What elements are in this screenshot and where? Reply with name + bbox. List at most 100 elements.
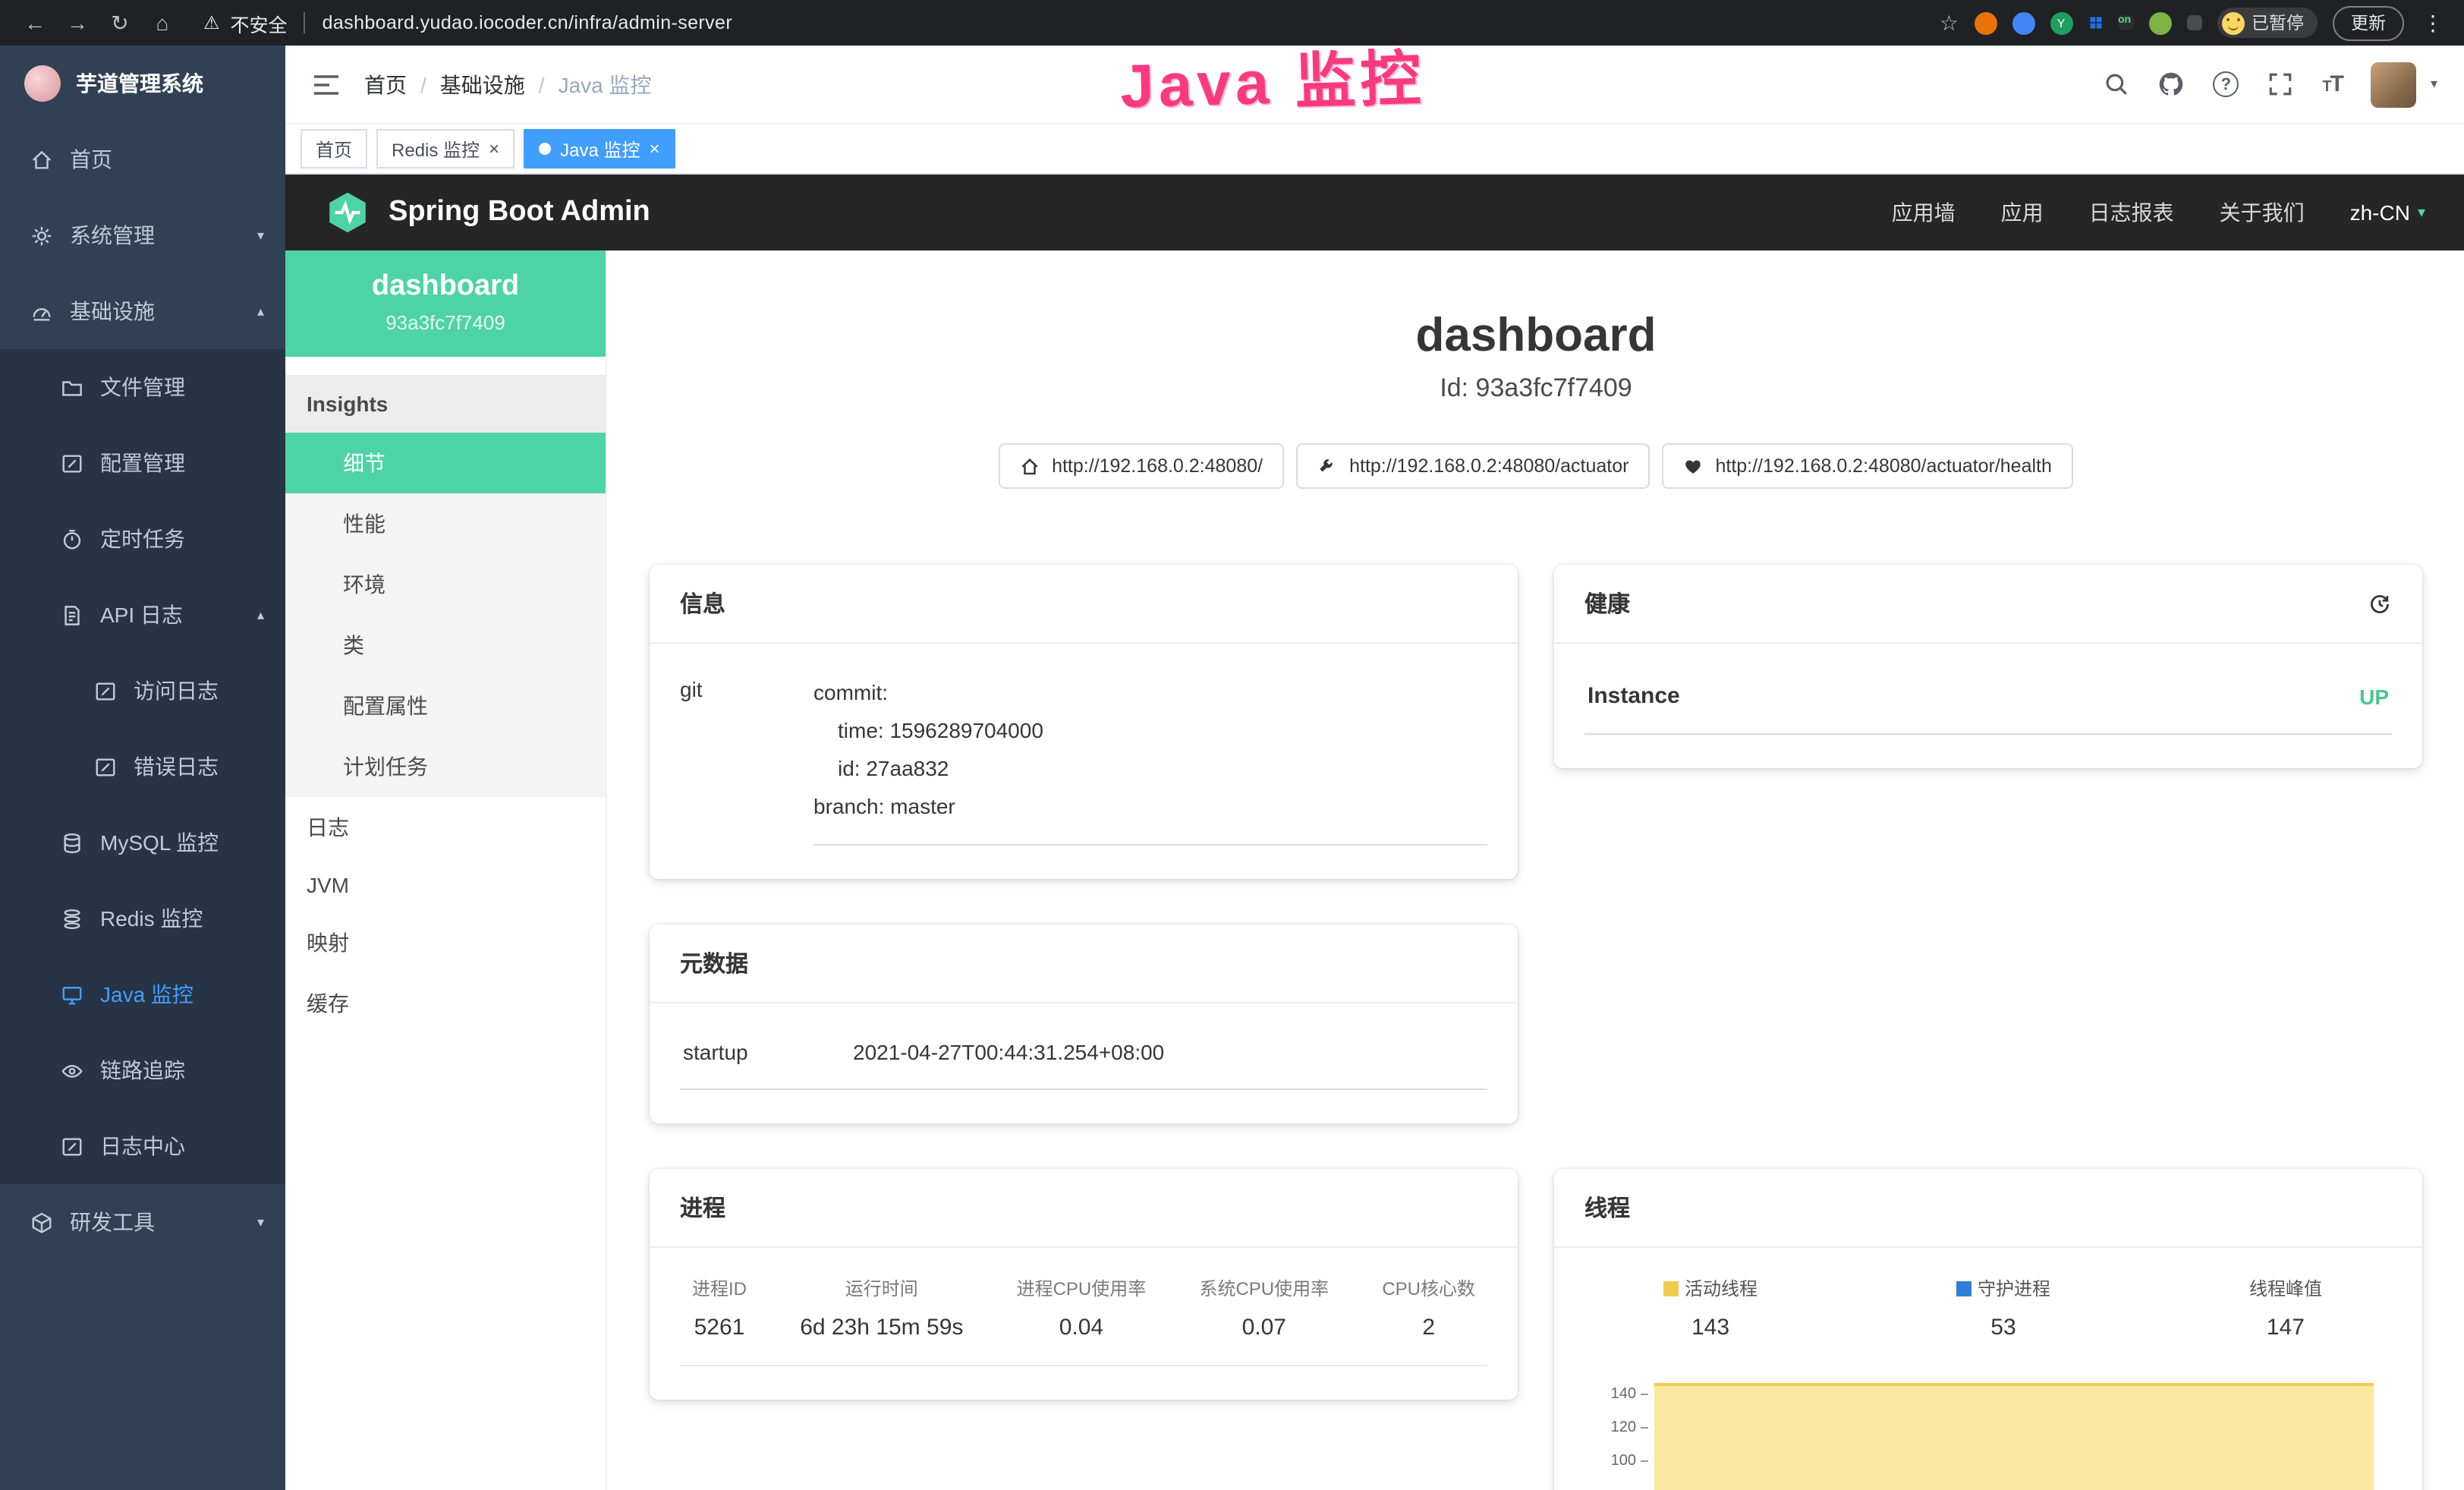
github-icon[interactable] [2158,71,2184,97]
gauge-icon [30,300,53,323]
security-label[interactable]: 不安全 [231,8,288,37]
stack-icon [61,907,83,930]
sba-menu-item-jvm[interactable]: JVM [285,858,606,912]
sba-menu-item-mappings[interactable]: 映射 [285,912,606,973]
extension-icon-puzzle[interactable] [2186,15,2201,30]
sidebar-item-system[interactable]: 系统管理 ▾ [0,197,285,273]
sidebar-item-home[interactable]: 首页 [0,121,285,197]
sba-menu-item-caches[interactable]: 缓存 [285,973,606,1034]
close-icon[interactable]: × [489,140,499,158]
sba-nav-wallboard[interactable]: 应用墙 [1892,197,1956,228]
sba-nav-about[interactable]: 关于我们 [2220,197,2305,228]
address-bar[interactable]: ⚠ 不安全 dashboard.yudao.iocoder.cn/infra/a… [203,8,732,37]
tab-home[interactable]: 首页 [301,129,367,169]
sba-nav-journal[interactable]: 日志报表 [2089,197,2174,228]
sba-nav: 应用墙 应用 日志报表 关于我们 zh-CN ▾ [1892,197,2425,228]
sidebar-item-redis-monitor[interactable]: Redis 监控 [0,880,285,956]
sba-menu-item-metrics[interactable]: 性能 [285,493,606,554]
sidebar-item-scheduled-job[interactable]: 定时任务 [0,501,285,577]
sidebar-item-java-monitor[interactable]: Java 监控 [0,956,285,1032]
fullscreen-icon[interactable] [2267,71,2293,97]
avatar[interactable] [2371,61,2417,107]
browser-home-button[interactable]: ⌂ [146,11,179,35]
git-branch-line: branch: master [813,788,1487,826]
breadcrumb-home[interactable]: 首页 [364,69,407,99]
document-icon [61,603,83,626]
threads-peak-label-row: 线程峰值 [2249,1275,2322,1301]
instance-link-actuator[interactable]: http://192.168.0.2:48080/actuator [1296,443,1650,489]
card-title: 线程 [1584,1192,1630,1224]
browser-back-button[interactable]: ← [18,11,52,35]
tick-label: 100 [1597,1453,1636,1470]
extension-icon-green[interactable]: Y [2050,11,2072,34]
threads-legend: 活动线程 143 守护进程 [1584,1269,2392,1340]
process-stat-uptime: 运行时间 6d 23h 15m 59s [800,1275,963,1340]
close-icon[interactable]: × [649,140,659,158]
sba-menu-item-details[interactable]: 细节 [285,433,606,493]
sba-nav-applications[interactable]: 应用 [2001,197,2044,228]
instance-link-health[interactable]: http://192.168.0.2:48080/actuator/health [1662,443,2072,489]
sidebar-item-file-manage[interactable]: 文件管理 [0,349,285,425]
browser-forward-button[interactable]: → [61,11,94,35]
cube-icon [30,1211,53,1233]
bookmark-star-icon[interactable]: ☆ [1940,10,1959,36]
sba-menu-item-config-props[interactable]: 配置属性 [285,676,606,736]
avatar-caret-icon[interactable]: ▾ [2431,76,2437,93]
extension-icon-pin[interactable] [2012,11,2034,34]
browser-menu-icon[interactable]: ⋮ [2419,10,2447,36]
browser-reload-button[interactable]: ↻ [103,10,137,36]
edit-icon [61,452,83,474]
instance-links: http://192.168.0.2:48080/ http://192.168… [607,443,2464,489]
info-row-label: git [680,674,813,846]
paused-label: 已暂停 [2252,11,2304,35]
edit-icon [94,755,117,778]
breadcrumb-infra[interactable]: 基础设施 [440,69,525,99]
extension-icon-leaf[interactable] [2148,11,2171,34]
stat-label: 进程ID [692,1275,747,1301]
tick-label: 120 [1597,1419,1636,1436]
help-icon[interactable]: ? [2213,71,2239,97]
sba-menu-item-classes[interactable]: 类 [285,615,606,676]
extension-icon-orange[interactable] [1974,11,1997,34]
chevron-up-icon: ▴ [257,303,264,320]
hamburger-icon[interactable] [313,72,340,96]
process-stat-system-cpu: 系统CPU使用率 0.07 [1199,1275,1329,1340]
sidebar-item-api-log[interactable]: API 日志 ▴ [0,577,285,653]
sba-menu-item-scheduled-tasks[interactable]: 计划任务 [285,736,606,797]
breadcrumb-separator: / [539,72,545,96]
font-size-icon[interactable]: TT [2322,71,2343,97]
sidebar-item-mysql-monitor[interactable]: MySQL 监控 [0,805,285,880]
sba-instance-header[interactable]: dashboard 93a3fc7f7409 [285,250,606,357]
paused-badge[interactable]: 已暂停 [2217,8,2318,38]
tab-redis-monitor[interactable]: Redis 监控 × [376,129,515,169]
sidebar-item-dev-tools[interactable]: 研发工具 ▾ [0,1184,285,1260]
sba-brand-title[interactable]: Spring Boot Admin [389,196,650,229]
app-logo[interactable]: 芋道管理系统 [0,46,285,121]
sidebar-item-access-log[interactable]: 访问日志 [0,653,285,729]
sba-locale-select[interactable]: zh-CN ▾ [2350,200,2425,225]
sidebar-item-error-log[interactable]: 错误日志 [0,729,285,805]
sba-menu-item-logs[interactable]: 日志 [285,797,606,858]
sidebar-item-trace[interactable]: 链路追踪 [0,1032,285,1108]
sba-menu-root-items: 日志 JVM 映射 缓存 [285,797,606,1034]
url-text[interactable]: dashboard.yudao.iocoder.cn/infra/admin-s… [323,12,733,33]
extension-icon-switch-on[interactable]: on [2118,15,2133,30]
search-icon[interactable] [2104,71,2129,97]
sba-menu-item-environment[interactable]: 环境 [285,554,606,615]
tab-java-monitor[interactable]: Java 监控 × [524,129,675,169]
sba-header: Spring Boot Admin 应用墙 应用 日志报表 关于我们 zh-CN… [285,175,2464,250]
extension-icon-grid[interactable] [2088,15,2103,30]
sba-menu-group-insights[interactable]: Insights [285,375,606,433]
threads-peak-stat: 线程峰值 147 [2249,1275,2322,1340]
sidebar-item-log-center[interactable]: 日志中心 [0,1108,285,1184]
history-icon[interactable] [2368,591,2392,616]
sidebar-item-infra[interactable]: 基础设施 ▴ [0,273,285,349]
sidebar-item-config-manage[interactable]: 配置管理 [0,425,285,501]
git-commit-line: commit: [813,674,1487,712]
sba-menu-insights-items: 细节 性能 环境 类 配置属性 计划任务 [285,433,606,797]
threads-chart: 140 120 100 [1597,1362,2383,1490]
stat-label: CPU核心数 [1382,1275,1475,1301]
browser-update-button[interactable]: 更新 [2333,5,2404,40]
threads-daemon-stat: 守护进程 53 [1956,1275,2050,1340]
instance-link-service[interactable]: http://192.168.0.2:48080/ [999,443,1284,489]
